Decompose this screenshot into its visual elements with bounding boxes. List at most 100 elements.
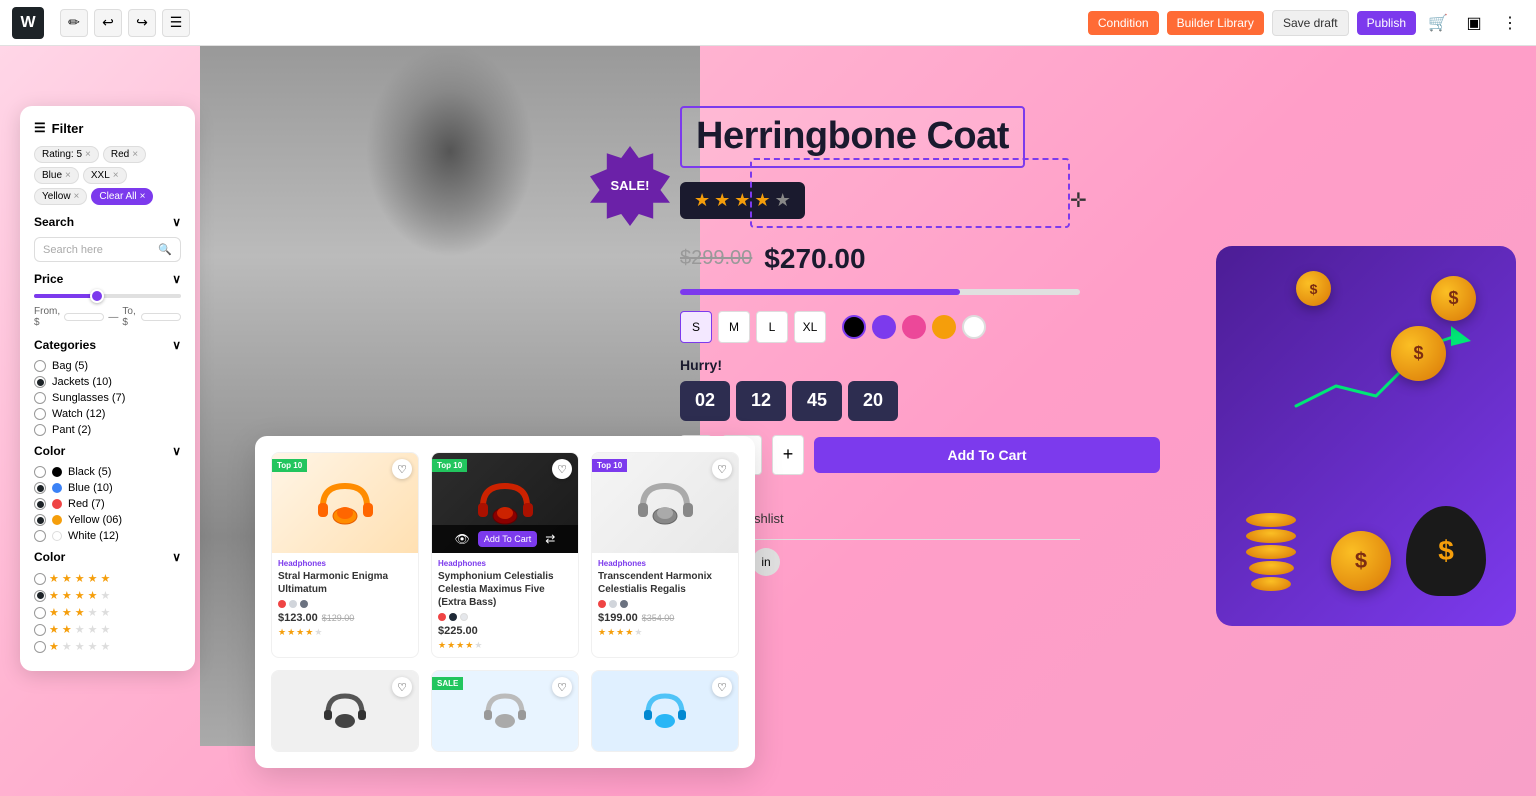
filter-tag-rating[interactable]: Rating: 5 × — [34, 146, 99, 163]
radio-sunglasses[interactable] — [34, 392, 46, 404]
tag-blue-remove[interactable]: × — [65, 170, 71, 181]
r4-star-1: ★ — [49, 589, 59, 602]
card-2-wishlist[interactable]: ♡ — [552, 459, 572, 479]
filter-tag-clearall[interactable]: Clear All × — [91, 188, 153, 205]
category-watch[interactable]: Watch (12) — [34, 408, 181, 420]
price-to-input[interactable] — [141, 313, 181, 321]
filter-tag-blue[interactable]: Blue × — [34, 167, 79, 184]
card-2-body: Headphones Symphonium Celestialis Celest… — [432, 553, 578, 657]
card-3-wishlist[interactable]: ♡ — [712, 459, 732, 479]
categories-chevron[interactable]: ∨ — [172, 338, 181, 352]
tag-clearall-x[interactable]: × — [140, 191, 146, 202]
price-from-input[interactable] — [64, 313, 104, 321]
r1-s4: ★ — [88, 640, 98, 653]
price-chevron[interactable]: ∨ — [172, 272, 181, 286]
rating-4[interactable]: ★ ★ ★ ★ ★ — [34, 589, 181, 602]
size-l[interactable]: L — [756, 311, 788, 343]
tag-red-remove[interactable]: × — [132, 149, 138, 160]
c1s1: ★ — [278, 627, 286, 638]
builder-library-button[interactable]: Builder Library — [1167, 11, 1264, 35]
color-white[interactable]: White (12) — [34, 530, 181, 542]
color-chevron[interactable]: ∨ — [172, 444, 181, 458]
cart-icon[interactable]: 🛒 — [1424, 9, 1452, 37]
color-purple-swatch[interactable] — [872, 315, 896, 339]
category-pant[interactable]: Pant (2) — [34, 424, 181, 436]
radio-jackets[interactable] — [34, 376, 46, 388]
add-to-cart-button[interactable]: Add To Cart — [814, 437, 1160, 473]
category-bag[interactable]: Bag (5) — [34, 360, 181, 372]
c2s2: ★ — [447, 640, 455, 651]
more-icon[interactable]: ⋮ — [1496, 9, 1524, 37]
card-3-color-gray — [609, 600, 617, 608]
rating-chevron[interactable]: ∨ — [172, 550, 181, 564]
admin-bar-icons: ✏ ↩ ↪ ☰ — [60, 9, 190, 37]
filter-tag-xxl[interactable]: XXL × — [83, 167, 127, 184]
color-white-swatch[interactable] — [962, 315, 986, 339]
radio-white[interactable] — [34, 530, 46, 542]
admin-bar: W ✏ ↩ ↪ ☰ Condition Builder Library Save… — [0, 0, 1536, 46]
overlay-compare-icon[interactable]: ⇄ — [545, 532, 555, 546]
color-black-swatch[interactable] — [842, 315, 866, 339]
slider-track — [34, 294, 181, 298]
color-yellow-swatch[interactable] — [932, 315, 956, 339]
radio-blue[interactable] — [34, 482, 46, 494]
progress-fill — [680, 289, 960, 295]
radio-yellow[interactable] — [34, 514, 46, 526]
filter-tag-yellow[interactable]: Yellow × — [34, 188, 87, 205]
radio-r5[interactable] — [34, 573, 46, 585]
from-label: From, $ — [34, 306, 60, 328]
radio-r1[interactable] — [34, 641, 46, 653]
tag-xxl-remove[interactable]: × — [113, 170, 119, 181]
card-6-wishlist[interactable]: ♡ — [712, 677, 732, 697]
color-blue[interactable]: Blue (10) — [34, 482, 181, 494]
card-4-wishlist[interactable]: ♡ — [392, 677, 412, 697]
c1s5: ★ — [314, 627, 322, 638]
condition-button[interactable]: Condition — [1088, 11, 1159, 35]
save-draft-button[interactable]: Save draft — [1272, 10, 1349, 36]
publish-button[interactable]: Publish — [1357, 11, 1416, 35]
card-1-wishlist[interactable]: ♡ — [392, 459, 412, 479]
edit-icon-btn[interactable]: ✏ — [60, 9, 88, 37]
card-5-wishlist[interactable]: ♡ — [552, 677, 572, 697]
search-chevron[interactable]: ∨ — [172, 215, 181, 229]
radio-black[interactable] — [34, 466, 46, 478]
redo-icon-btn[interactable]: ↪ — [128, 9, 156, 37]
radio-r3[interactable] — [34, 607, 46, 619]
qty-plus[interactable]: + — [772, 435, 804, 475]
product-title: Herringbone Coat — [696, 116, 1009, 158]
size-xl[interactable]: XL — [794, 311, 826, 343]
size-s[interactable]: S — [680, 311, 712, 343]
card-1-colors — [278, 600, 412, 608]
color-black[interactable]: Black (5) — [34, 466, 181, 478]
overlay-eye-icon[interactable]: 👁 — [455, 532, 470, 546]
radio-watch[interactable] — [34, 408, 46, 420]
rating-3[interactable]: ★ ★ ★ ★ ★ — [34, 606, 181, 619]
rating-5[interactable]: ★ ★ ★ ★ ★ — [34, 572, 181, 585]
category-sunglasses[interactable]: Sunglasses (7) — [34, 392, 181, 404]
rating-1[interactable]: ★ ★ ★ ★ ★ — [34, 640, 181, 653]
size-m[interactable]: M — [718, 311, 750, 343]
radio-bag[interactable] — [34, 360, 46, 372]
category-jackets[interactable]: Jackets (10) — [34, 376, 181, 388]
radio-pant[interactable] — [34, 424, 46, 436]
radio-r2[interactable] — [34, 624, 46, 636]
search-box[interactable]: Search here 🔍 — [34, 237, 181, 262]
color-pink-swatch[interactable] — [902, 315, 926, 339]
color-yellow[interactable]: Yellow (06) — [34, 514, 181, 526]
menu-icon-btn[interactable]: ☰ — [162, 9, 190, 37]
rating-2[interactable]: ★ ★ ★ ★ ★ — [34, 623, 181, 636]
price-slider[interactable]: From, $ — To, $ — [34, 294, 181, 328]
add-to-cart-overlay[interactable]: Add To Cart — [478, 531, 537, 547]
view-icon[interactable]: ▣ — [1460, 9, 1488, 37]
undo-icon-btn[interactable]: ↩ — [94, 9, 122, 37]
filter-tag-red[interactable]: Red × — [103, 146, 146, 163]
tag-yellow-remove[interactable]: × — [74, 191, 80, 202]
tag-rating-remove[interactable]: × — [85, 149, 91, 160]
slider-thumb[interactable] — [90, 289, 104, 303]
c3s2: ★ — [607, 627, 615, 638]
radio-red[interactable] — [34, 498, 46, 510]
share-icon-3[interactable]: in — [752, 548, 780, 576]
star-5: ★ — [101, 572, 111, 585]
color-red[interactable]: Red (7) — [34, 498, 181, 510]
radio-r4[interactable] — [34, 590, 46, 602]
